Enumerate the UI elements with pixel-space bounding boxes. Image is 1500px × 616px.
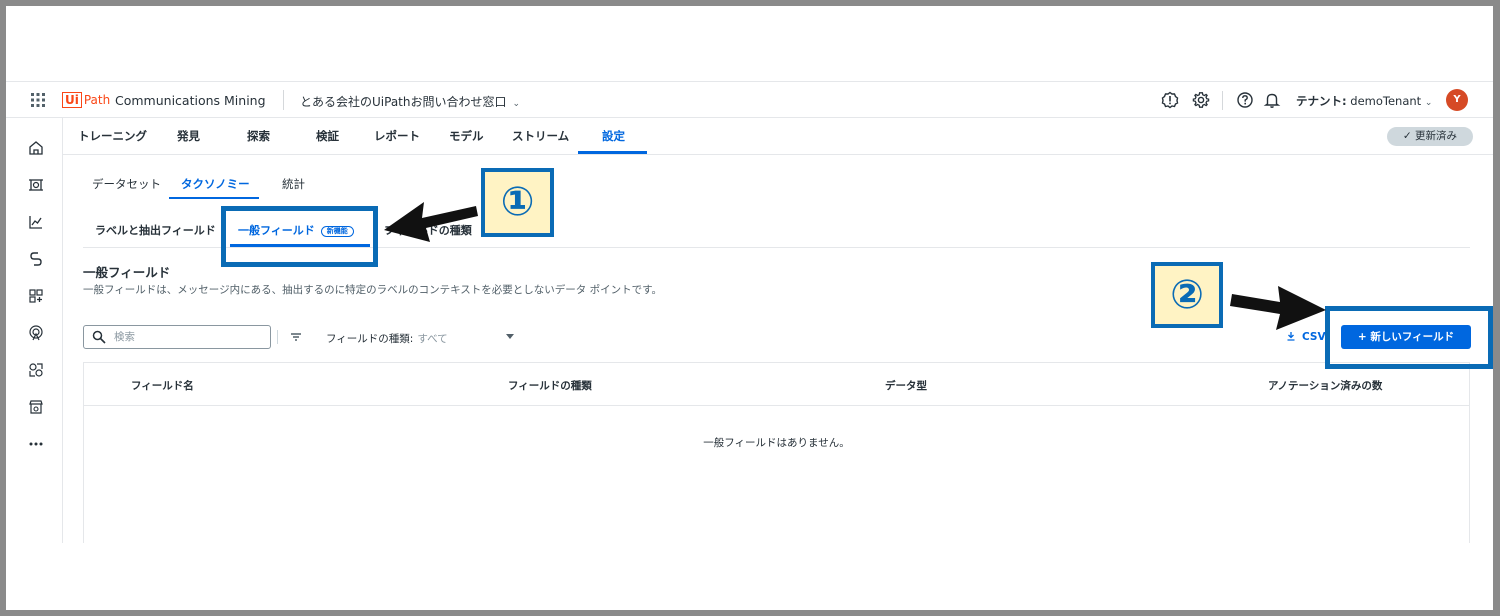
divider xyxy=(277,330,278,344)
callout-number-2: ② xyxy=(1151,262,1223,328)
filter-value: すべて xyxy=(417,333,448,345)
nav-validation[interactable]: 検証 xyxy=(316,128,339,144)
highlight-box-general-fields xyxy=(221,206,378,267)
tab-labels-and-fields[interactable]: ラベルと抽出フィールド xyxy=(95,222,216,238)
nav-reports[interactable]: レポート xyxy=(374,128,420,144)
table-header: フィールド名 フィールドの種類 データ型 アノテーション済みの数 xyxy=(84,363,1469,406)
arrow-left-icon xyxy=(384,202,478,242)
logo-ui: Ui xyxy=(62,92,82,108)
nav-training[interactable]: トレーニング xyxy=(78,128,147,144)
top-bar: Ui Path Communications Mining とある会社のUiPa… xyxy=(6,81,1493,118)
column-field-name[interactable]: フィールド名 xyxy=(131,378,194,393)
active-tab-indicator xyxy=(578,151,647,154)
left-sidebar xyxy=(6,118,63,543)
integrations-icon[interactable] xyxy=(28,362,44,378)
search-input[interactable] xyxy=(114,329,264,345)
broadcast-icon[interactable] xyxy=(28,325,44,341)
column-field-type[interactable]: フィールドの種類 xyxy=(508,378,592,393)
store-icon[interactable] xyxy=(28,399,44,415)
search-box[interactable] xyxy=(83,325,271,349)
divider xyxy=(1222,91,1223,110)
empty-state-message: 一般フィールドはありません。 xyxy=(703,437,850,449)
nav-explore[interactable]: 探索 xyxy=(247,128,270,144)
general-fields-table: フィールド名 フィールドの種類 データ型 アノテーション済みの数 一般フィールド… xyxy=(83,362,1470,543)
tab-dataset[interactable]: データセット xyxy=(92,176,161,192)
datasource-icon[interactable] xyxy=(28,177,44,193)
active-subtab-indicator xyxy=(169,197,259,199)
streams-icon[interactable] xyxy=(28,251,44,267)
callout-number-1: ① xyxy=(481,168,554,237)
bell-icon[interactable] xyxy=(1263,91,1281,109)
home-icon[interactable] xyxy=(28,140,44,156)
tab-statistics[interactable]: 統計 xyxy=(282,176,305,192)
logo-path: Path xyxy=(83,93,111,107)
section-title: 一般フィールド xyxy=(83,265,171,280)
search-icon xyxy=(92,330,106,344)
column-annotated-count[interactable]: アノテーション済みの数 xyxy=(1268,378,1382,393)
tenant-selector[interactable]: テナント: demoTenant ⌄ xyxy=(1296,93,1432,109)
arrow-right-icon xyxy=(1230,286,1326,330)
gear-icon[interactable] xyxy=(1192,91,1210,109)
nav-streams[interactable]: ストリーム xyxy=(512,128,569,144)
uipath-logo[interactable]: Ui Path xyxy=(62,91,110,109)
alert-icon[interactable] xyxy=(1161,91,1179,109)
more-icon[interactable] xyxy=(28,436,44,452)
filter-icon[interactable] xyxy=(290,331,302,343)
status-badge: ✓ 更新済み xyxy=(1387,127,1473,146)
workspace-selector[interactable]: とある会社のUiPathお問い合わせ窓口 ⌄ xyxy=(300,93,520,110)
tab-taxonomy[interactable]: タクソノミー xyxy=(181,176,250,192)
app-launcher-icon[interactable] xyxy=(31,93,45,107)
chevron-down-icon: ⌄ xyxy=(1424,98,1433,108)
tenant-value: demoTenant xyxy=(1350,94,1422,108)
divider xyxy=(283,90,284,110)
chart-icon[interactable] xyxy=(28,214,44,230)
section-description: 一般フィールドは、メッセージ内にある、抽出するのに特定のラベルのコンテキストを必… xyxy=(83,284,663,296)
caret-down-icon[interactable] xyxy=(506,334,514,339)
field-type-filter[interactable]: フィールドの種類: すべて xyxy=(326,331,448,346)
product-name: Communications Mining xyxy=(115,93,266,108)
chevron-down-icon: ⌄ xyxy=(512,99,521,109)
column-data-type[interactable]: データ型 xyxy=(885,378,927,393)
filter-label: フィールドの種類: xyxy=(326,333,414,345)
avatar[interactable]: Y xyxy=(1446,89,1468,111)
apps-add-icon[interactable] xyxy=(28,288,44,304)
highlight-box-new-field xyxy=(1325,306,1493,369)
nav-settings[interactable]: 設定 xyxy=(602,128,625,144)
workspace-name: とある会社のUiPathお問い合わせ窓口 xyxy=(300,95,507,109)
tenant-label: テナント: xyxy=(1296,94,1347,108)
nav-discover[interactable]: 発見 xyxy=(177,128,200,144)
main-nav: トレーニング 発見 探索 検証 レポート モデル ストリーム 設定 ✓ 更新済み xyxy=(63,118,1493,155)
nav-model[interactable]: モデル xyxy=(449,128,484,144)
help-icon[interactable] xyxy=(1236,91,1254,109)
